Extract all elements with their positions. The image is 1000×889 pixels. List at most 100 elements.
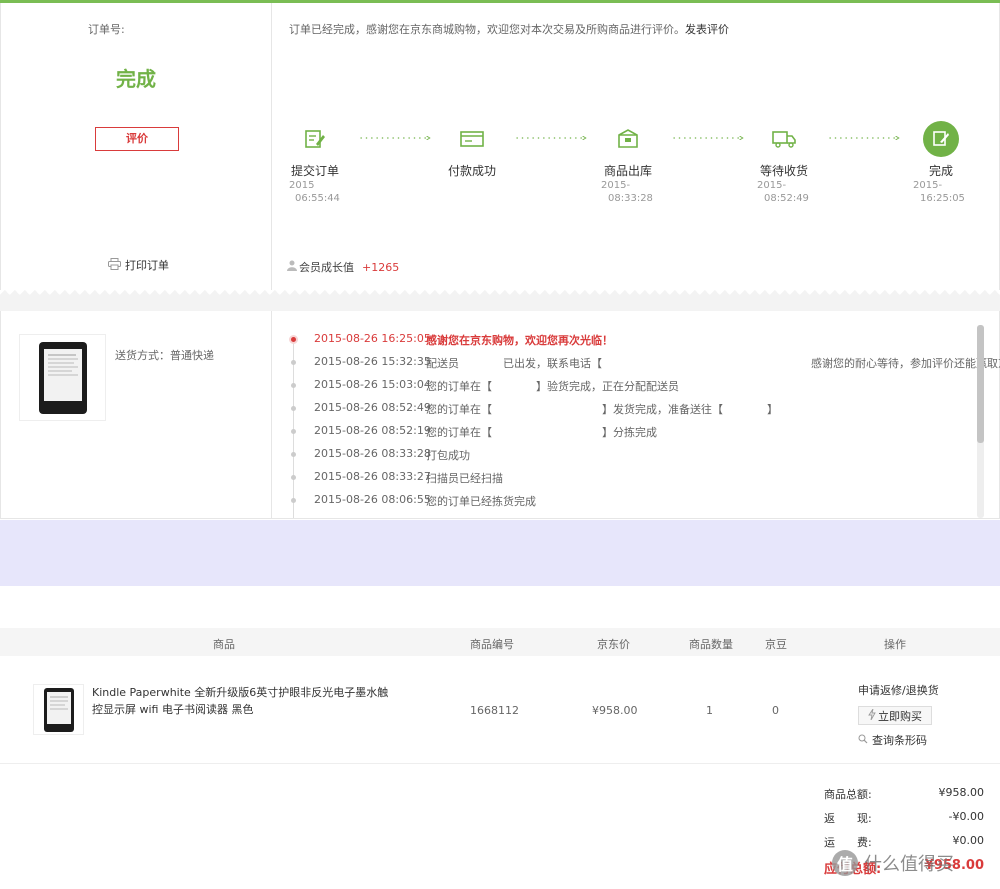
event-content: 您的订单在【 】分拣完成: [426, 426, 657, 439]
tracking-event: 2015-08-26 16:25:05 感谢您在京东购物，欢迎您再次光临！: [273, 329, 973, 349]
growth-value: +1265: [362, 260, 400, 274]
growth-label: 会员成长值: [299, 261, 354, 274]
shipment-summary: 送货方式：普通快递: [1, 311, 272, 518]
shipping-value: ¥0.00: [952, 834, 985, 847]
buy-again-button[interactable]: 立即购买: [858, 706, 932, 725]
write-review-link[interactable]: 发表评价: [685, 23, 729, 36]
order-notice-text: 订单已经完成，感谢您在京东商城购物，欢迎您对本次交易及所购商品进行评价。: [289, 23, 685, 36]
step-complete: 完成 2015- 16:25:05: [913, 121, 969, 205]
cashback-label: 返 现:: [824, 812, 872, 825]
order-status: 完成: [116, 67, 156, 91]
step-time: 08:52:49: [764, 193, 809, 204]
search-icon: [858, 734, 868, 747]
timeline-dot: [291, 498, 296, 503]
truck-icon: [766, 121, 802, 157]
step-awaiting-delivery: 等待收货 2015- 08:52:49: [757, 121, 811, 205]
shipping-method: 送货方式：普通快递: [115, 349, 214, 362]
step-label: 完成: [928, 164, 953, 178]
item-name-link[interactable]: Kindle Paperwhite 全新升级版6英寸护眼非反光电子墨水触控显示屏…: [92, 684, 392, 718]
item-price: ¥958.00: [592, 704, 638, 717]
event-time: 2015-08-26 08:33:28: [314, 447, 431, 460]
col-price: 京东价: [597, 638, 630, 651]
progress-arrow: [829, 136, 900, 140]
kindle-image: [38, 341, 87, 414]
event-time: 2015-08-26 08:52:49: [314, 401, 431, 414]
step-shipped: 商品出库 2015- 08:33:28: [601, 121, 655, 205]
total-goods-row: 商品总额: ¥958.00: [824, 786, 984, 810]
barcode-query-label: 查询条形码: [872, 734, 927, 747]
box-icon: [610, 121, 646, 157]
order-progress: 订单已经完成，感谢您在京东商城购物，欢迎您对本次交易及所购商品进行评价。发表评价…: [273, 3, 1000, 290]
timeline-dot: [291, 383, 296, 388]
site-watermark: 值 什么值得买: [832, 850, 954, 876]
print-order-label: 打印订单: [125, 259, 169, 272]
tracking-event: 2015-08-26 08:33:28 打包成功: [273, 444, 973, 464]
step-label: 付款成功: [447, 164, 496, 178]
timeline-dot: [291, 429, 296, 434]
barcode-query-link[interactable]: 查询条形码: [858, 732, 948, 748]
tracking-event: 2015-08-26 15:32:35 配送员 已出发，联系电话【 感谢您的耐心等…: [273, 352, 1000, 372]
goods-total-label: 商品总额:: [824, 788, 872, 801]
step-label: 等待收货: [759, 164, 808, 178]
apply-return-link[interactable]: 申请返修/退换货: [858, 682, 948, 698]
col-qty: 商品数量: [689, 638, 733, 651]
step-date: 2015-: [913, 180, 943, 191]
order-status-panel: 订单号: 完成 评价 打印订单 订单已经完成，感谢您在京东商城购物，欢迎您对本次…: [0, 3, 1000, 290]
timeline-dot: [291, 337, 296, 342]
step-label: 商品出库: [603, 164, 652, 178]
timeline-dot: [291, 452, 296, 457]
step-time: 16:25:05: [920, 193, 965, 204]
step-date: 2015-: [757, 180, 787, 191]
step-label: 提交订单: [290, 164, 339, 178]
order-number-label: 订单号:: [88, 23, 125, 36]
col-product: 商品: [213, 638, 235, 651]
blank-band: [0, 520, 1000, 586]
timeline-dot: [291, 475, 296, 480]
item-thumbnail[interactable]: [33, 684, 84, 735]
product-thumbnail[interactable]: [19, 334, 106, 421]
event-time: 2015-08-26 08:06:55: [314, 493, 431, 506]
step-submit-order: 提交订单 2015 06:55:44: [289, 121, 341, 205]
event-time: 2015-08-26 08:52:19: [314, 424, 431, 437]
event-time: 2015-08-26 08:33:27: [314, 470, 431, 483]
printer-icon: [108, 257, 121, 273]
shipping-label: 运 费:: [824, 836, 872, 849]
print-order-link[interactable]: 打印订单: [108, 257, 169, 273]
progress-arrow: [673, 136, 744, 140]
event-content: 配送员 已出发，联系电话【 感谢您的耐心等待，参加评价还能赢取京豆呦】: [426, 357, 1000, 370]
col-sku: 商品编号: [470, 638, 514, 651]
event-content: 您的订单已经拣货完成: [426, 495, 536, 508]
event-time: 2015-08-26 16:25:05: [314, 332, 431, 345]
user-icon: [287, 260, 297, 274]
step-date: 2015-: [601, 180, 631, 191]
progress-arrow: [360, 136, 431, 140]
lightning-icon: [868, 708, 876, 723]
event-time: 2015-08-26 15:32:35: [314, 355, 431, 368]
event-content: 您的订单在【 】发货完成，准备送往【 】: [426, 403, 778, 416]
buy-again-label: 立即购买: [878, 709, 922, 723]
review-button[interactable]: 评价: [95, 127, 179, 151]
watermark-logo-icon: 值: [832, 850, 858, 876]
step-time: 08:33:28: [608, 193, 653, 204]
col-beans: 京豆: [765, 638, 787, 651]
step-payment: 付款成功: [445, 121, 499, 179]
kindle-image: [43, 687, 74, 732]
tracking-timeline: 2015-08-26 16:25:05 感谢您在京东购物，欢迎您再次光临！ 201…: [273, 311, 1000, 518]
items-table-header: 商品 商品编号 京东价 商品数量 京豆 操作: [0, 628, 1000, 656]
event-time: 2015-08-26 15:03:04: [314, 378, 431, 391]
event-content: 您的订单在【 】验货完成，正在分配配送员: [426, 380, 679, 393]
scrollbar-thumb[interactable]: [977, 325, 984, 443]
cashback-value: -¥0.00: [948, 810, 984, 823]
timeline-dot: [291, 360, 296, 365]
table-row: Kindle Paperwhite 全新升级版6英寸护眼非反光电子墨水触控显示屏…: [0, 656, 1000, 764]
step-time: 06:55:44: [295, 193, 340, 204]
cashback-row: 返 现: -¥0.00: [824, 810, 984, 834]
timeline-scrollbar[interactable]: [977, 325, 984, 518]
item-operations: 申请返修/退换货 立即购买 查询条形码: [858, 682, 948, 748]
order-notice: 订单已经完成，感谢您在京东商城购物，欢迎您对本次交易及所购商品进行评价。发表评价: [289, 21, 729, 37]
tracking-event: 2015-08-26 15:03:04 您的订单在【 】验货完成，正在分配配送员: [273, 375, 973, 395]
event-content: 打包成功: [426, 449, 470, 462]
done-icon: [923, 121, 959, 157]
order-summary: 订单号: 完成 评价 打印订单: [1, 3, 272, 290]
logistics-panel: 送货方式：普通快递 2015-08-26 16:25:05 感谢您在京东购物，欢迎…: [0, 311, 1000, 519]
